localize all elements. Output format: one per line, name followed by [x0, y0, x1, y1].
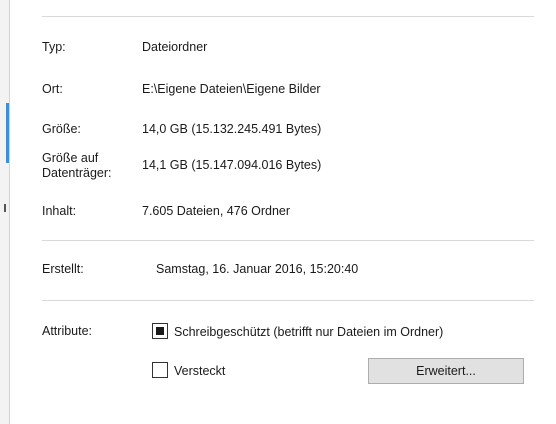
selection-accent	[6, 103, 9, 163]
window-left-border	[0, 0, 10, 424]
middle-separator	[42, 240, 534, 241]
created-label: Erstellt:	[42, 262, 84, 276]
contents-value: 7.605 Dateien, 476 Ordner	[142, 204, 291, 218]
location-label: Ort:	[42, 82, 63, 96]
contents-label: Inhalt:	[42, 204, 77, 218]
location-value: E:\Eigene Dateien\Eigene Bilder	[142, 82, 321, 96]
readonly-checkbox[interactable]	[152, 323, 168, 339]
readonly-checkbox-label[interactable]: Schreibgeschützt (betrifft nur Dateien i…	[174, 325, 443, 339]
size-value: 14,0 GB (15.132.245.491 Bytes)	[142, 122, 322, 136]
hidden-checkbox[interactable]	[152, 362, 168, 378]
indeterminate-mark	[156, 327, 164, 335]
size-on-disk-label-line1: Größe auf	[42, 151, 99, 165]
lower-separator	[42, 300, 534, 301]
attributes-label: Attribute:	[42, 324, 93, 338]
size-on-disk-value: 14,1 GB (15.147.094.016 Bytes)	[142, 158, 322, 172]
type-label: Typ:	[42, 40, 66, 54]
properties-panel: Typ: Dateiordner Ort: E:\Eigene Dateien\…	[10, 0, 556, 424]
hidden-checkbox-label[interactable]: Versteckt	[174, 364, 225, 378]
created-value: Samstag, 16. Januar 2016, 15:20:40	[156, 262, 359, 276]
size-label: Größe:	[42, 122, 81, 136]
advanced-button[interactable]: Erweitert...	[368, 358, 524, 384]
top-separator	[42, 16, 534, 17]
border-tick	[4, 204, 6, 212]
size-on-disk-label-line2: Datenträger:	[42, 166, 112, 180]
type-value: Dateiordner	[142, 40, 208, 54]
